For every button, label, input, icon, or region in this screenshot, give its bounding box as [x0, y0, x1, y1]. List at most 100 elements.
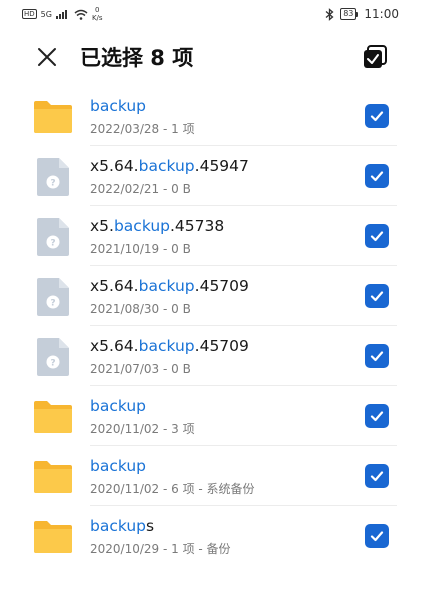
file-name-suffix: .45709: [194, 277, 249, 295]
folder-icon: [34, 101, 72, 133]
file-name-match: backup: [138, 277, 195, 295]
selection-checkbox[interactable]: [365, 284, 389, 308]
file-meta: 2020/11/02 - 6 项 - 系统备份: [90, 482, 255, 496]
file-name: backup: [90, 396, 195, 416]
status-time: 11:00: [364, 7, 399, 21]
file-info: x5.backup.45738 2021/10/19 - 0 B: [90, 216, 224, 256]
file-name: x5.64.backup.45947: [90, 156, 249, 176]
folder-thumbnail: [32, 98, 74, 136]
network-speed-unit: K/s: [91, 14, 103, 22]
unknown-file-icon: ?: [37, 278, 69, 316]
selection-checkbox[interactable]: [365, 104, 389, 128]
file-info: x5.64.backup.45709 2021/08/30 - 0 B: [90, 276, 249, 316]
file-meta: 2022/03/28 - 1 项: [90, 122, 195, 136]
folder-icon: [34, 521, 72, 553]
file-info: backup 2020/11/02 - 3 项: [90, 396, 195, 436]
file-name-suffix: .45947: [194, 157, 249, 175]
folder-thumbnail: [32, 518, 74, 556]
check-icon: [370, 171, 384, 182]
unknown-file-icon: ?: [37, 338, 69, 376]
file-name-match: backup: [138, 157, 195, 175]
file-name: x5.64.backup.45709: [90, 276, 249, 296]
file-meta: 2020/11/02 - 3 项: [90, 422, 195, 436]
file-name-prefix: x5.64.: [90, 277, 139, 295]
file-name-match: backup: [90, 457, 147, 475]
file-info: x5.64.backup.45709 2021/07/03 - 0 B: [90, 336, 249, 376]
hd-badge: HD: [22, 9, 37, 19]
unknown-file-icon: ?: [37, 158, 69, 196]
file-info: backup 2022/03/28 - 1 项: [90, 96, 195, 136]
file-name-suffix: s: [146, 517, 155, 535]
selection-checkbox[interactable]: [365, 464, 389, 488]
folder-thumbnail: [32, 398, 74, 436]
file-list-item[interactable]: ? x5.64.backup.45709 2021/08/30 - 0 B: [0, 266, 423, 326]
file-thumbnail: ?: [32, 338, 74, 376]
signal-icon: [55, 10, 67, 19]
file-name-match: backup: [113, 217, 170, 235]
select-all-icon: [364, 45, 387, 68]
file-name-prefix: x5.64.: [90, 157, 139, 175]
file-thumbnail: ?: [32, 278, 74, 316]
file-name: x5.64.backup.45709: [90, 336, 249, 356]
file-name-suffix: .45738: [170, 217, 225, 235]
file-name-match: backup: [90, 517, 147, 535]
selection-checkbox[interactable]: [365, 344, 389, 368]
file-list-item[interactable]: backups 2020/10/29 - 1 项 - 备份: [0, 506, 423, 566]
file-name-match: backup: [90, 97, 147, 115]
battery-indicator: 83: [340, 8, 359, 20]
file-name: x5.backup.45738: [90, 216, 224, 236]
battery-tip: [356, 11, 359, 17]
check-icon: [370, 411, 384, 422]
svg-text:?: ?: [50, 239, 55, 249]
selection-checkbox[interactable]: [365, 164, 389, 188]
file-list-item[interactable]: backup 2022/03/28 - 1 项: [0, 86, 423, 146]
selection-checkbox[interactable]: [365, 524, 389, 548]
file-list-item[interactable]: ? x5.64.backup.45947 2022/02/21 - 0 B: [0, 146, 423, 206]
status-left: HD 5G 0 K/s: [22, 6, 103, 22]
check-icon: [370, 111, 384, 122]
svg-text:?: ?: [50, 359, 55, 369]
status-bar: HD 5G 0 K/s 83 11:00: [0, 0, 423, 28]
selection-header: 已选择 8 项: [0, 32, 423, 82]
file-list-item[interactable]: backup 2020/11/02 - 3 项: [0, 386, 423, 446]
status-right: 83 11:00: [325, 7, 399, 21]
file-list-item[interactable]: ? x5.backup.45738 2021/10/19 - 0 B: [0, 206, 423, 266]
check-icon: [370, 231, 384, 242]
folder-icon: [34, 401, 72, 433]
select-all-button[interactable]: [362, 44, 388, 70]
file-meta: 2021/10/19 - 0 B: [90, 242, 191, 256]
file-thumbnail: ?: [32, 158, 74, 196]
file-name-suffix: .45709: [194, 337, 249, 355]
check-icon: [370, 531, 384, 542]
file-name-prefix: x5.: [90, 217, 114, 235]
file-name: backup: [90, 456, 255, 476]
file-meta: 2021/07/03 - 0 B: [90, 362, 191, 376]
file-list: backup 2022/03/28 - 1 项 ? x5.64.backup.45…: [0, 86, 423, 566]
folder-thumbnail: [32, 458, 74, 496]
svg-text:?: ?: [50, 299, 55, 309]
file-name: backups: [90, 516, 231, 536]
network-type: 5G: [40, 9, 52, 19]
wifi-icon: [74, 9, 88, 20]
file-name-match: backup: [138, 337, 195, 355]
folder-icon: [34, 461, 72, 493]
file-list-item[interactable]: backup 2020/11/02 - 6 项 - 系统备份: [0, 446, 423, 506]
file-name-match: backup: [90, 397, 147, 415]
file-meta: 2022/02/21 - 0 B: [90, 182, 191, 196]
network-speed: 0 K/s: [92, 6, 103, 22]
file-name-prefix: x5.64.: [90, 337, 139, 355]
file-info: backups 2020/10/29 - 1 项 - 备份: [90, 516, 231, 556]
check-icon: [370, 291, 384, 302]
file-name: backup: [90, 96, 195, 116]
page-title: 已选择 8 项: [80, 46, 194, 70]
close-button[interactable]: [36, 46, 58, 68]
bluetooth-icon: [325, 7, 334, 21]
file-list-item[interactable]: ? x5.64.backup.45709 2021/07/03 - 0 B: [0, 326, 423, 386]
battery-level: 83: [340, 8, 357, 20]
selection-checkbox[interactable]: [365, 224, 389, 248]
file-thumbnail: ?: [32, 218, 74, 256]
unknown-file-icon: ?: [37, 218, 69, 256]
svg-text:?: ?: [50, 179, 55, 189]
close-icon: [38, 48, 56, 66]
selection-checkbox[interactable]: [365, 404, 389, 428]
